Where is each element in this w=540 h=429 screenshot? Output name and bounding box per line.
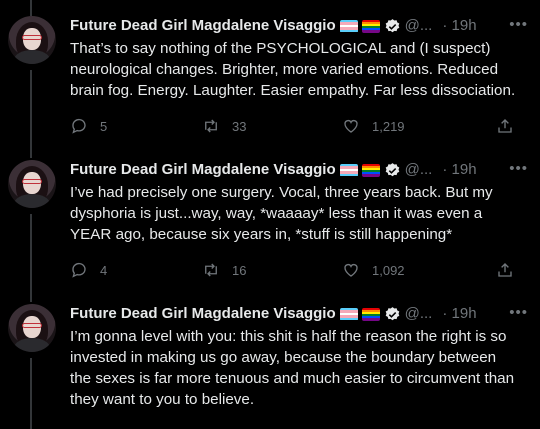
retweet-icon (205, 263, 217, 277)
avatar[interactable] (8, 160, 56, 208)
trans-flag-emoji (339, 163, 358, 177)
text-line: invested in making us go away, because t… (70, 349, 497, 366)
timestamp[interactable]: · 19h (442, 16, 476, 36)
timestamp[interactable]: · 19h (442, 160, 476, 180)
rainbow-flag-emoji (361, 19, 380, 33)
more-horizontal-icon[interactable]: ••• (509, 304, 528, 321)
share-icon (498, 119, 512, 133)
tweet-text: I’ve had precisely one surgery. Vocal, t… (70, 182, 532, 245)
rainbow-flag-emoji (361, 163, 380, 177)
reply-button[interactable]: 4 (70, 261, 107, 279)
share-button[interactable] (496, 261, 526, 279)
retweet-button[interactable]: 16 (202, 261, 246, 279)
display-name[interactable]: Future Dead Girl Magdalene Visaggio (70, 304, 336, 324)
tweet-text: I’m gonna level with you: this shit is h… (70, 326, 532, 410)
tweet[interactable]: Future Dead Girl Magdalene Visaggio @...… (0, 16, 540, 151)
text-line: brain fog. Energy. Laughter. Easier empa… (70, 82, 516, 99)
tweet-header: Future Dead Girl Magdalene Visaggio @...… (70, 304, 477, 324)
heart-icon (344, 119, 358, 133)
text-line: neurological changes. Brighter, more var… (70, 61, 499, 78)
handle[interactable]: @... (405, 16, 433, 36)
avatar[interactable] (8, 16, 56, 64)
text-line: I’m gonna level with you: this shit is h… (70, 328, 507, 345)
like-button[interactable]: 1,219 (342, 117, 405, 135)
retweet-button[interactable]: 33 (202, 117, 246, 135)
display-name[interactable]: Future Dead Girl Magdalene Visaggio (70, 160, 336, 180)
rainbow-flag-emoji (361, 307, 380, 321)
handle[interactable]: @... (405, 160, 433, 180)
retweet-icon (205, 119, 217, 133)
like-button[interactable]: 1,092 (342, 261, 405, 279)
action-bar: 4 16 1,092 (70, 260, 520, 280)
tweet[interactable]: Future Dead Girl Magdalene Visaggio @...… (0, 304, 540, 429)
more-horizontal-icon[interactable]: ••• (509, 160, 528, 177)
text-line: That’s to say nothing of the PSYCHOLOGIC… (70, 40, 491, 57)
reply-count: 5 (100, 118, 108, 134)
tweet-header: Future Dead Girl Magdalene Visaggio @...… (70, 16, 477, 36)
heart-icon (344, 263, 358, 277)
reply-icon (72, 118, 86, 134)
like-count: 1,219 (372, 118, 405, 134)
trans-flag-emoji (339, 19, 358, 33)
avatar[interactable] (8, 304, 56, 352)
text-line: they want to you to believe. (70, 391, 255, 408)
tweet-text: That’s to say nothing of the PSYCHOLOGIC… (70, 38, 532, 101)
tweet-header: Future Dead Girl Magdalene Visaggio @...… (70, 160, 477, 180)
verified-badge-icon (385, 306, 399, 320)
more-horizontal-icon[interactable]: ••• (509, 16, 528, 33)
text-line: dysphoria is just...way, way, *waaaay* l… (70, 205, 483, 222)
retweet-count: 33 (232, 118, 247, 134)
text-line: the sexes is far more tenuous and much e… (70, 370, 515, 387)
verified-badge-icon (385, 18, 399, 32)
trans-flag-emoji (339, 307, 358, 321)
thread-line (30, 0, 32, 16)
timestamp[interactable]: · 19h (442, 304, 476, 324)
handle[interactable]: @... (405, 304, 433, 324)
retweet-count: 16 (232, 262, 247, 278)
share-button[interactable] (496, 117, 526, 135)
text-line: YEAR ago, because six years in, *stuff i… (70, 226, 453, 243)
action-bar: 5 33 1,219 (70, 116, 520, 136)
display-name[interactable]: Future Dead Girl Magdalene Visaggio (70, 16, 336, 36)
reply-icon (72, 262, 86, 278)
text-line: I’ve had precisely one surgery. Vocal, t… (70, 184, 493, 201)
reply-button[interactable]: 5 (70, 117, 107, 135)
tweet[interactable]: Future Dead Girl Magdalene Visaggio @...… (0, 160, 540, 295)
verified-badge-icon (385, 162, 399, 176)
share-icon (498, 263, 512, 277)
like-count: 1,092 (372, 262, 405, 278)
reply-count: 4 (100, 262, 108, 278)
